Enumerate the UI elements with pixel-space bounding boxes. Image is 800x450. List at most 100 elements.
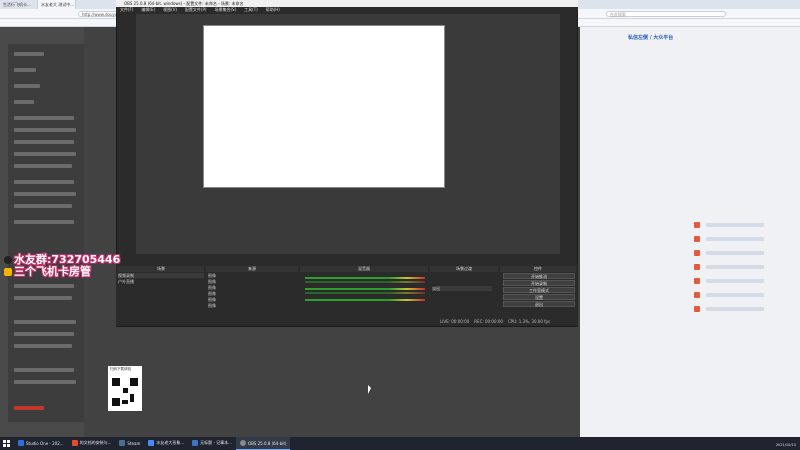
gift-icon [694, 278, 700, 284]
qr-finder [130, 378, 138, 386]
rec-timer: REC: 00:00:00 [474, 318, 503, 324]
search-input[interactable]: 在此搜索 [606, 11, 726, 17]
audio-meter [305, 277, 425, 279]
source-item[interactable]: 图像 [208, 279, 298, 284]
transition-select[interactable]: 淡出 [432, 286, 492, 291]
nav-item[interactable] [14, 332, 74, 336]
start-streaming-button[interactable]: 开始推流 [503, 273, 575, 279]
nav-item[interactable] [14, 100, 34, 104]
sources-dock-header: 来源 [206, 266, 298, 272]
gift-icon [694, 250, 700, 256]
taskbar-item[interactable]: Studio One - 202... [14, 437, 68, 450]
taskbar-item[interactable]: 的文档的安装与... [68, 437, 116, 450]
nav-item[interactable] [14, 84, 40, 88]
nav-item[interactable] [14, 368, 74, 372]
source-item[interactable]: 图像 [208, 273, 298, 278]
nav-item[interactable] [14, 164, 72, 168]
menu-file[interactable]: 文件(F) [120, 7, 133, 13]
qr-caption: 扫码下载体验 [110, 367, 131, 371]
windows-taskbar: Studio One - 202... 的文档的安装与... Steam 水友老… [0, 437, 800, 450]
nav-item[interactable] [14, 128, 76, 132]
live-timer: LIVE: 00:00:00 [440, 318, 470, 324]
taskbar-item[interactable]: Steam [115, 437, 144, 450]
banner-title: 私信左侧 / 大众平台 [628, 35, 674, 41]
app-icon [18, 440, 24, 446]
nav-item[interactable] [14, 52, 44, 56]
qr-module [122, 400, 128, 404]
nav-item[interactable] [14, 284, 74, 288]
audio-meter [305, 288, 425, 290]
exit-button[interactable]: 退出 [503, 301, 575, 307]
menu-help[interactable]: 帮助(H) [266, 7, 280, 13]
nav-item[interactable] [14, 296, 72, 300]
gift-icon [694, 222, 700, 228]
controls-dock-header: 控件 [500, 266, 576, 272]
nav-item[interactable] [14, 140, 74, 144]
source-item[interactable]: 图像 [208, 297, 298, 302]
menu-tools[interactable]: 工具(T) [244, 7, 258, 13]
obs-menu-bar: 文件(F) 编辑(E) 视图(V) 配置文件(P) 场景集合(S) 工具(T) … [116, 7, 578, 13]
nav-item[interactable] [14, 192, 76, 196]
source-item[interactable]: 图像 [208, 303, 298, 308]
studio-mode-button[interactable]: 工作室模式 [503, 287, 575, 293]
nav-item[interactable] [14, 180, 74, 184]
chat-line [706, 237, 764, 241]
menu-profile[interactable]: 配置文件(P) [185, 7, 207, 13]
chat-line [706, 265, 764, 269]
nav-item[interactable] [14, 152, 76, 156]
app-icon [192, 440, 199, 446]
qr-code-panel: 扫码下载体验 [108, 366, 142, 411]
scene-item[interactable]: 户外直播 [118, 279, 204, 284]
qr-module [123, 388, 128, 393]
gift-icon [694, 292, 700, 298]
taskbar-item[interactable]: 无标题 - 记事本... [188, 437, 236, 450]
source-item[interactable]: 图像 [208, 291, 298, 296]
cpu-fps: CPU: 1.3%, 30.00 fps [507, 318, 551, 324]
settings-button[interactable]: 设置 [503, 294, 575, 300]
chat-line [706, 307, 764, 311]
audio-meter [305, 292, 425, 294]
taskbar-clock[interactable]: 2021/10/15 [762, 443, 796, 448]
qr-finder [112, 378, 120, 386]
chat-line [706, 251, 764, 255]
nav-item[interactable] [14, 204, 72, 208]
nav-button[interactable] [14, 406, 44, 410]
mixer-dock-header: 混音器 [300, 266, 428, 272]
browser-tab[interactable]: 生活行飞机卡... [0, 0, 38, 9]
taskbar-item-active[interactable]: OBS 25.0.8 (64-bit) [235, 437, 291, 450]
site-right-column [580, 27, 800, 437]
source-item[interactable]: 图像 [208, 285, 298, 290]
chat-line [706, 223, 764, 227]
site-left-nav [8, 44, 84, 422]
scenes-dock-header: 场景 [118, 266, 204, 272]
app-icon [148, 440, 155, 446]
mouse-cursor-icon [368, 385, 371, 394]
audio-meter [305, 299, 425, 301]
gift-icon [694, 306, 700, 312]
qr-finder [112, 398, 120, 406]
menu-edit[interactable]: 编辑(E) [141, 7, 155, 13]
obs-title-bar: OBS 25.0.8 (64-bit, windows) - 配置文件: 未命名… [116, 0, 578, 7]
nav-item[interactable] [14, 344, 72, 348]
audio-meter [305, 281, 425, 283]
nav-item[interactable] [14, 380, 76, 384]
app-icon [119, 440, 126, 446]
nav-item[interactable] [14, 116, 74, 120]
menu-view[interactable]: 视图(V) [163, 7, 177, 13]
stream-overlay-text: 水友群:732705446 三个飞机卡房管 [0, 254, 120, 278]
obs-icon [239, 440, 246, 446]
gift-icon [694, 264, 700, 270]
browser-tab-active[interactable]: 水友老大 测试中... [38, 0, 76, 9]
windows-start-icon[interactable] [3, 440, 10, 447]
nav-item[interactable] [14, 68, 36, 72]
nav-item[interactable] [14, 320, 76, 324]
obs-status-bar: LIVE: 00:00:00 REC: 00:00:00 CPU: 1.3%, … [440, 318, 576, 324]
taskbar-item[interactable]: 水友老大形象... [144, 437, 188, 450]
gift-icon [694, 236, 700, 242]
transitions-dock-header: 场景过渡 [430, 266, 498, 272]
start-recording-button[interactable]: 开始录制 [503, 280, 575, 286]
nav-item[interactable] [14, 220, 74, 224]
scene-item[interactable]: 视频录制 [118, 273, 204, 278]
chat-line [706, 293, 764, 297]
menu-scene-collection[interactable]: 场景集合(S) [214, 7, 236, 13]
